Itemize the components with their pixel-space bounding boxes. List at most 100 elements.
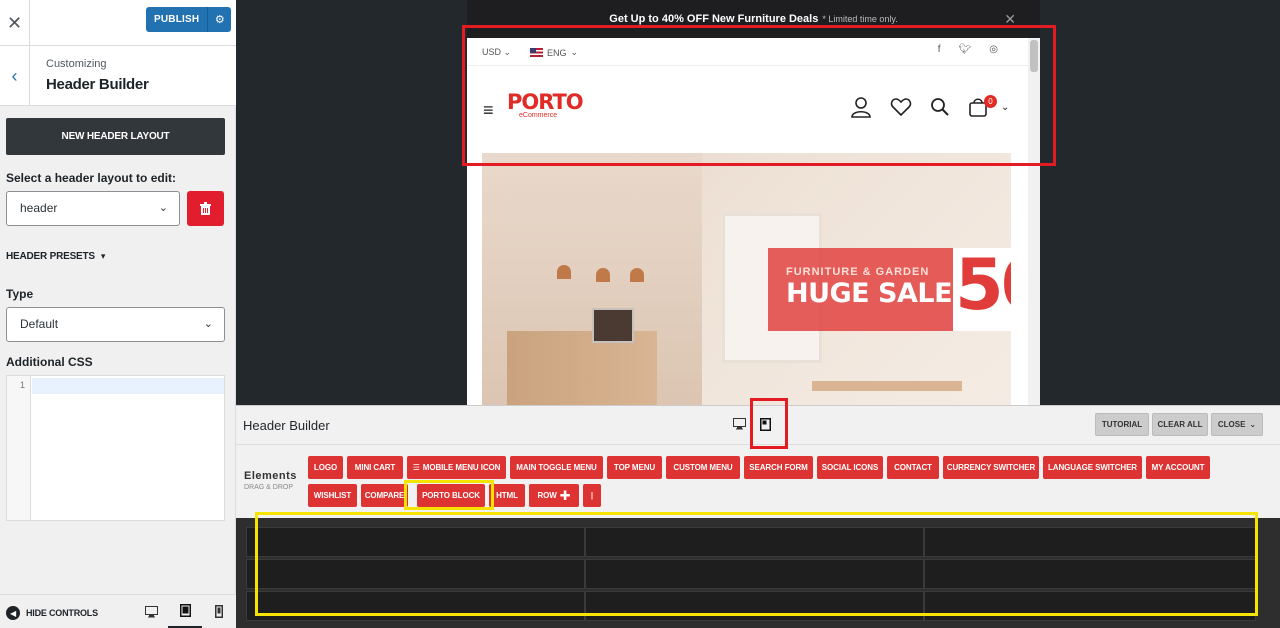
chevron-down-icon: ⌄ <box>503 47 512 57</box>
promo-prefix: Get Up to <box>609 13 659 25</box>
hide-controls-button[interactable]: ◀ HIDE CONTROLS <box>6 606 98 620</box>
sale-number: 50 <box>955 248 1011 326</box>
header-builder-panel: Header Builder TUTORIAL CLEAR ALL CLOSE ⌄… <box>236 405 1280 628</box>
panel-title: Header Builder <box>46 76 149 93</box>
tutorial-button[interactable]: TUTORIAL <box>1095 413 1149 436</box>
additional-css-editor[interactable]: 1 <box>6 375 225 521</box>
header-layout-select[interactable]: header ⌄ <box>6 191 180 226</box>
close-label: CLOSE <box>1217 420 1246 429</box>
type-select[interactable]: Default ⌄ <box>6 307 225 342</box>
clear-all-button[interactable]: CLEAR ALL <box>1152 413 1208 436</box>
additional-css-label: Additional CSS <box>6 355 93 369</box>
element-mini-cart[interactable]: MINI CART <box>347 456 403 479</box>
element-html[interactable]: HTML <box>489 484 525 507</box>
chevron-down-icon: ⌄ <box>570 47 579 57</box>
close-customizer-button[interactable]: ✕ <box>0 0 30 46</box>
header-row-top[interactable] <box>246 527 1256 557</box>
element-contact[interactable]: CONTACT <box>887 456 939 479</box>
language-switcher[interactable]: ENG ⌄ <box>530 47 578 58</box>
builder-desktop-button[interactable] <box>733 418 746 433</box>
header-row-bottom[interactable] <box>246 591 1256 621</box>
type-label: Type <box>6 287 34 301</box>
facebook-icon[interactable]: f <box>938 44 941 55</box>
site-logo[interactable]: PORTO eCommerce <box>507 90 584 120</box>
tablet-icon <box>760 418 771 431</box>
promo-note: * Limited time only. <box>822 14 898 24</box>
scrollbar-thumb[interactable] <box>1030 40 1038 72</box>
close-icon[interactable]: ✕ <box>1004 11 1016 28</box>
chevron-down-icon: ⌄ <box>1249 420 1257 429</box>
element-social-icons[interactable]: SOCIAL ICONS <box>817 456 883 479</box>
logo-text: PORTO <box>507 90 584 114</box>
back-button[interactable]: ‹ <box>0 46 30 106</box>
hero-image-cabinet <box>507 331 657 405</box>
site-top-bar: USD ⌄ ENG ⌄ f 🐦︎ ◎ <box>467 38 1028 66</box>
hero-lamp <box>630 268 644 282</box>
element-wishlist[interactable]: WISHLIST <box>308 484 357 507</box>
user-icon[interactable] <box>850 96 872 118</box>
plus-icon: ✚ <box>559 487 571 503</box>
sale-number-box: 50 <box>953 248 1011 331</box>
element-custom-menu[interactable]: CUSTOM MENU <box>666 456 740 479</box>
social-icons: f 🐦︎ ◎ <box>938 44 998 55</box>
hero-banner[interactable]: FURNITURE & GARDEN HUGE SALE 50 <box>482 153 1011 405</box>
element-my-account[interactable]: MY ACCOUNT <box>1146 456 1210 479</box>
hero-lamp <box>557 265 571 279</box>
element-language-switcher[interactable]: LANGUAGE SWITCHER <box>1043 456 1142 479</box>
gear-icon: ⚙ <box>214 14 225 26</box>
preview-scrollbar[interactable] <box>1028 38 1040 405</box>
sidebar-top-bar: ✕ PUBLISH ⚙ <box>0 0 236 46</box>
builder-title: Header Builder <box>243 418 330 433</box>
delete-layout-button[interactable] <box>187 191 224 226</box>
device-desktop-button[interactable] <box>134 595 168 628</box>
publish-settings-button[interactable]: ⚙ <box>207 7 232 32</box>
element-main-toggle-menu[interactable]: MAIN TOGGLE MENU <box>510 456 603 479</box>
device-tablet-button[interactable] <box>168 595 202 628</box>
chevron-down-icon: ⌄ <box>158 202 168 214</box>
header-presets-label: HEADER PRESETS <box>6 251 95 262</box>
element-compare[interactable]: COMPARE <box>361 484 408 507</box>
element-logo[interactable]: LOGO <box>308 456 343 479</box>
panel-header: ‹ Customizing Header Builder <box>0 46 236 106</box>
currency-switcher[interactable]: USD ⌄ <box>482 47 511 58</box>
element-label: ROW <box>537 491 557 500</box>
element-label: MOBILE MENU ICON <box>422 463 501 472</box>
element-row[interactable]: ROW ✚ <box>529 484 579 507</box>
header-row-main[interactable] <box>246 559 1256 589</box>
new-header-layout-button[interactable]: NEW HEADER LAYOUT <box>6 118 225 155</box>
desktop-icon <box>144 605 158 617</box>
builder-drop-grid <box>236 518 1280 628</box>
menu-icon[interactable]: ≡ <box>483 100 494 121</box>
hero-image-oven <box>592 308 634 343</box>
element-top-menu[interactable]: TOP MENU <box>607 456 662 479</box>
hero-image-table <box>812 381 962 391</box>
twitter-icon[interactable]: 🐦︎ <box>959 44 972 55</box>
element-divider[interactable]: | <box>583 484 601 507</box>
select-layout-label: Select a header layout to edit: <box>6 171 177 185</box>
chevron-down-icon: ▾ <box>100 251 106 261</box>
sidebar-footer: ◀ HIDE CONTROLS <box>0 594 236 628</box>
column-divider <box>584 592 586 620</box>
search-icon[interactable] <box>930 97 950 117</box>
publish-button[interactable]: PUBLISH <box>146 7 208 32</box>
device-mobile-button[interactable] <box>202 595 236 628</box>
chevron-left-icon: ‹ <box>11 65 18 86</box>
chevron-down-icon[interactable]: ⌄ <box>1001 102 1009 113</box>
close-icon: ✕ <box>6 12 23 33</box>
builder-tablet-button[interactable] <box>760 418 771 434</box>
header-presets-toggle[interactable]: HEADER PRESETS ▾ <box>6 251 105 262</box>
close-builder-button[interactable]: CLOSE ⌄ <box>1211 413 1263 436</box>
heart-icon[interactable] <box>890 97 912 117</box>
promo-bar: Get Up to 40% OFF New Furniture Deals * … <box>467 0 1040 38</box>
element-mobile-menu-icon[interactable]: ☰ MOBILE MENU ICON <box>407 456 506 479</box>
column-divider <box>584 528 586 556</box>
instagram-icon[interactable]: ◎ <box>989 44 998 55</box>
builder-title-bar: Header Builder TUTORIAL CLEAR ALL CLOSE ⌄ <box>236 406 1280 445</box>
customizing-label: Customizing <box>46 58 107 70</box>
desktop-icon <box>733 418 746 430</box>
element-search-form[interactable]: SEARCH FORM <box>744 456 813 479</box>
promo-suffix: New Furniture Deals <box>711 13 819 25</box>
element-currency-switcher[interactable]: CURRENCY SWITCHER <box>943 456 1039 479</box>
element-porto-block[interactable]: PORTO BLOCK <box>417 484 485 507</box>
customizer-sidebar: ✕ PUBLISH ⚙ ‹ Customizing Header Builder… <box>0 0 236 628</box>
